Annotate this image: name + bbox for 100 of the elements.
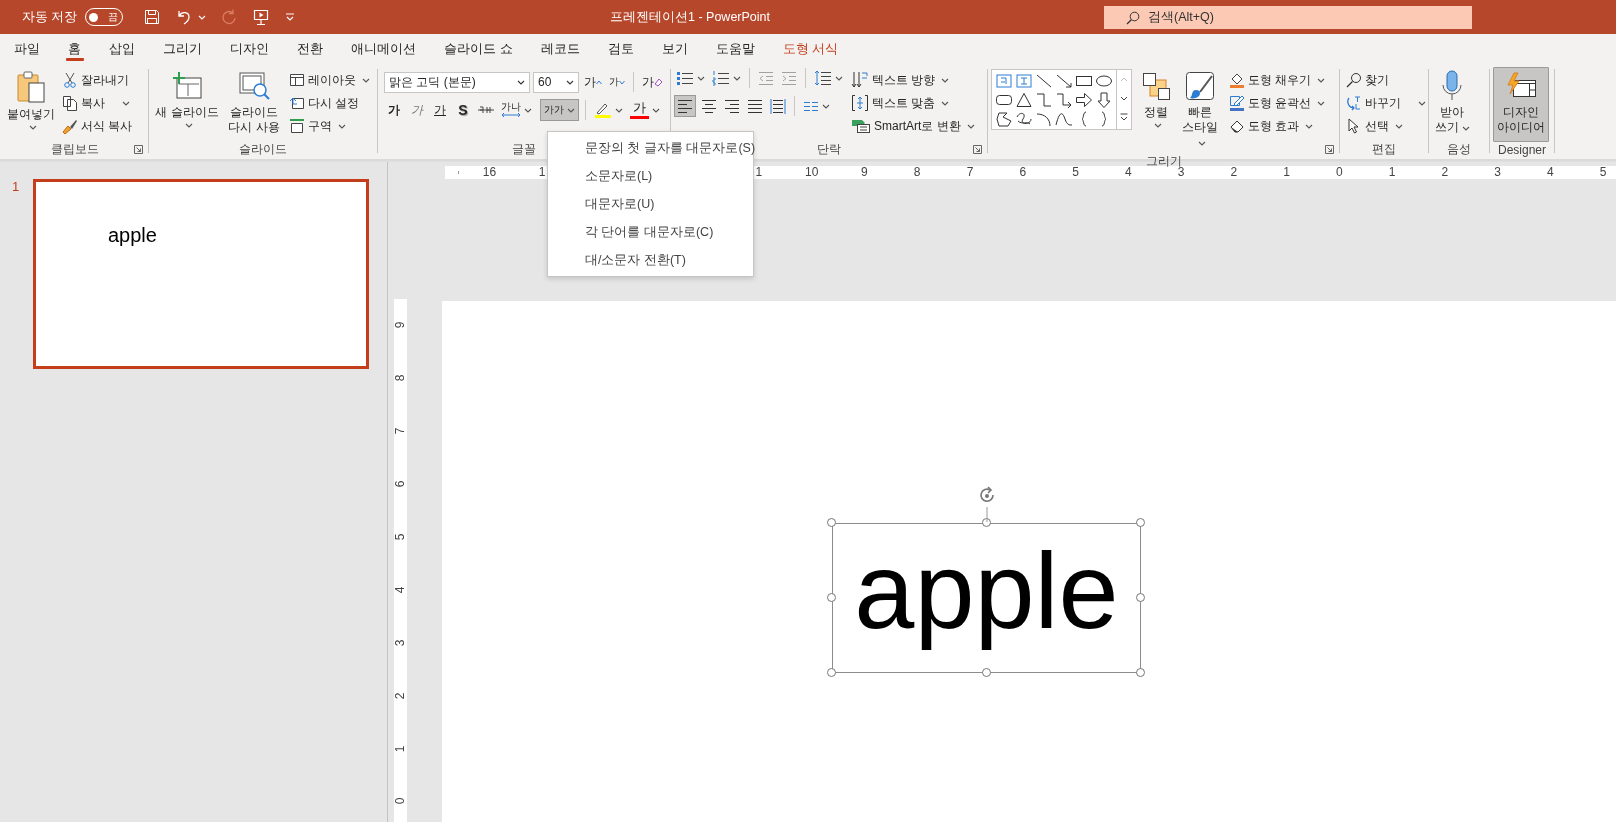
right-arrow-icon[interactable] [1075,91,1093,108]
ribbon-tab[interactable]: 삽입 [95,34,149,64]
redo-icon [220,8,239,26]
ribbon-tab[interactable]: 보기 [647,34,702,64]
down-arrow-icon[interactable] [1095,91,1113,108]
group-label: 편집 [1372,141,1396,158]
shrink-font-button[interactable]: 가 [607,71,627,93]
ribbon-tab[interactable]: 홈 [54,34,95,64]
freeform-icon[interactable] [995,110,1013,127]
format-painter-button[interactable]: 서식 복사 [59,115,136,137]
paste-button[interactable]: 붙여넣기 [5,67,57,133]
underline-button[interactable]: 가 [430,99,450,121]
ribbon-tab[interactable]: 파일 [0,34,54,64]
double-arrow-icon [501,112,521,118]
quick-styles-button[interactable]: 빠른 스타일 [1176,67,1224,153]
shape-outline-button[interactable]: 도형 윤곽선 [1226,92,1329,114]
resize-handle[interactable] [981,668,991,677]
caret-icon [1418,100,1426,106]
layout-button[interactable]: 레이아웃 [286,69,373,91]
ribbon-tab[interactable]: 레코드 [526,34,594,64]
dialog-launcher-icon[interactable] [973,145,982,154]
ribbon-tab[interactable]: 도형 서식 [768,34,853,64]
resize-handle[interactable] [1136,518,1145,527]
menu-item[interactable]: 각 단어를 대문자로(C) [548,218,753,246]
caret-icon [1461,126,1470,131]
new-slide-icon [171,70,203,102]
align-left-icon [677,98,693,114]
eraser-icon [654,77,663,87]
align-left-button[interactable] [674,95,696,117]
dictate-button[interactable]: 받아 쓰기 [1432,67,1472,138]
caret-icon [822,103,830,109]
ribbon-tab[interactable]: 애니메이션 [337,34,430,64]
caret-up-icon [596,79,602,85]
shape-effects-button[interactable]: 도형 효과 [1226,115,1329,137]
section-button[interactable]: 구역 [286,115,373,137]
reset-button[interactable]: 다시 설정 [286,92,373,114]
copy-button[interactable]: 복사 [59,92,136,114]
new-slide-button[interactable]: 새 슬라이드 [152,67,222,131]
scribble-icon[interactable] [1015,110,1033,127]
replace-icon [1346,95,1362,111]
menu-item[interactable]: 대/소문자 전환(T) [548,246,753,274]
menu-item[interactable]: 문장의 첫 글자를 대문자로(S) [548,134,753,162]
autosave-label: 자동 저장 [22,8,78,26]
slide-number: 1 [11,179,21,194]
slides-magnifier-icon [238,70,270,102]
arc-icon[interactable] [1035,110,1053,127]
text-box[interactable]: apple [832,523,1141,673]
ribbon-tab[interactable]: 전환 [283,34,337,64]
oval-icon[interactable] [1095,72,1113,89]
ribbon-tab[interactable]: 검토 [593,34,648,64]
caret-icon [524,107,532,113]
slide-thumbnail[interactable]: apple [33,179,369,369]
arrange-button[interactable]: 정렬 [1138,67,1174,131]
resize-handle[interactable] [827,593,836,602]
replace-button[interactable]: 바꾸기 [1343,92,1429,114]
smartart-button[interactable]: SmartArt로 변환 [848,115,978,137]
ribbon-tab[interactable]: 슬라이드 쇼 [430,34,527,64]
triangle-icon[interactable] [1015,91,1033,108]
customize-icon [284,12,297,22]
ribbon-tab[interactable]: 도움말 [701,34,769,64]
resize-handle[interactable] [1136,668,1145,677]
text-direction-icon [851,71,869,89]
layout-icon [289,72,305,88]
line-spacing-icon [814,70,832,86]
line-icon[interactable] [1035,72,1053,89]
reuse-slides-button[interactable]: 슬라이드 다시 사용 [224,67,284,138]
ruler-number: 4 [394,586,407,594]
resize-handle[interactable] [1136,593,1145,602]
font-name-field[interactable]: 맑은 고딕 (본문) [384,71,530,93]
search-field[interactable]: 검색(Alt+Q) [1104,5,1472,29]
design-ideas-button[interactable]: 디자인 아이디어 [1493,67,1549,142]
resize-handle[interactable] [981,518,991,527]
clear-formatting-button[interactable]: 가 [640,71,665,93]
text-direction-button[interactable]: 텍스트 방향 [848,69,978,91]
shadow-button[interactable]: S [453,99,473,121]
character-spacing-button[interactable]: 가나 [499,99,534,121]
select-button[interactable]: 선택 [1343,115,1429,137]
shape-fill-button[interactable]: 도형 채우기 [1226,69,1329,91]
grow-font-button[interactable]: 가 [582,71,604,93]
align-text-button[interactable]: 텍스트 맞춤 [848,92,978,114]
curve-icon[interactable] [1055,110,1073,127]
bold-button[interactable]: 가 [384,99,404,121]
dialog-launcher-icon[interactable] [134,145,143,154]
dialog-launcher-icon[interactable] [1325,145,1334,154]
ribbon-tab[interactable]: 디자인 [216,34,283,64]
indent-icon [781,71,797,85]
font-size-field[interactable]: 60 [533,71,579,93]
font-color-button[interactable]: 가 [628,99,662,121]
change-case-button[interactable]: 가가 [540,99,579,121]
italic-button[interactable]: 가 [407,99,427,121]
ribbon-tab[interactable]: 그리기 [149,34,216,64]
elbow-arrow-icon[interactable] [1055,91,1073,108]
ruler-number: 8 [394,375,407,382]
resize-handle[interactable] [827,518,836,527]
resize-handle[interactable] [827,668,836,677]
ruler-number: 6 [394,480,407,488]
cut-button[interactable]: 잘라내기 [59,69,136,91]
arrow-icon[interactable] [1055,72,1073,89]
menu-item[interactable]: 대문자로(U) [548,190,753,218]
ruler-number: 9 [394,322,407,329]
